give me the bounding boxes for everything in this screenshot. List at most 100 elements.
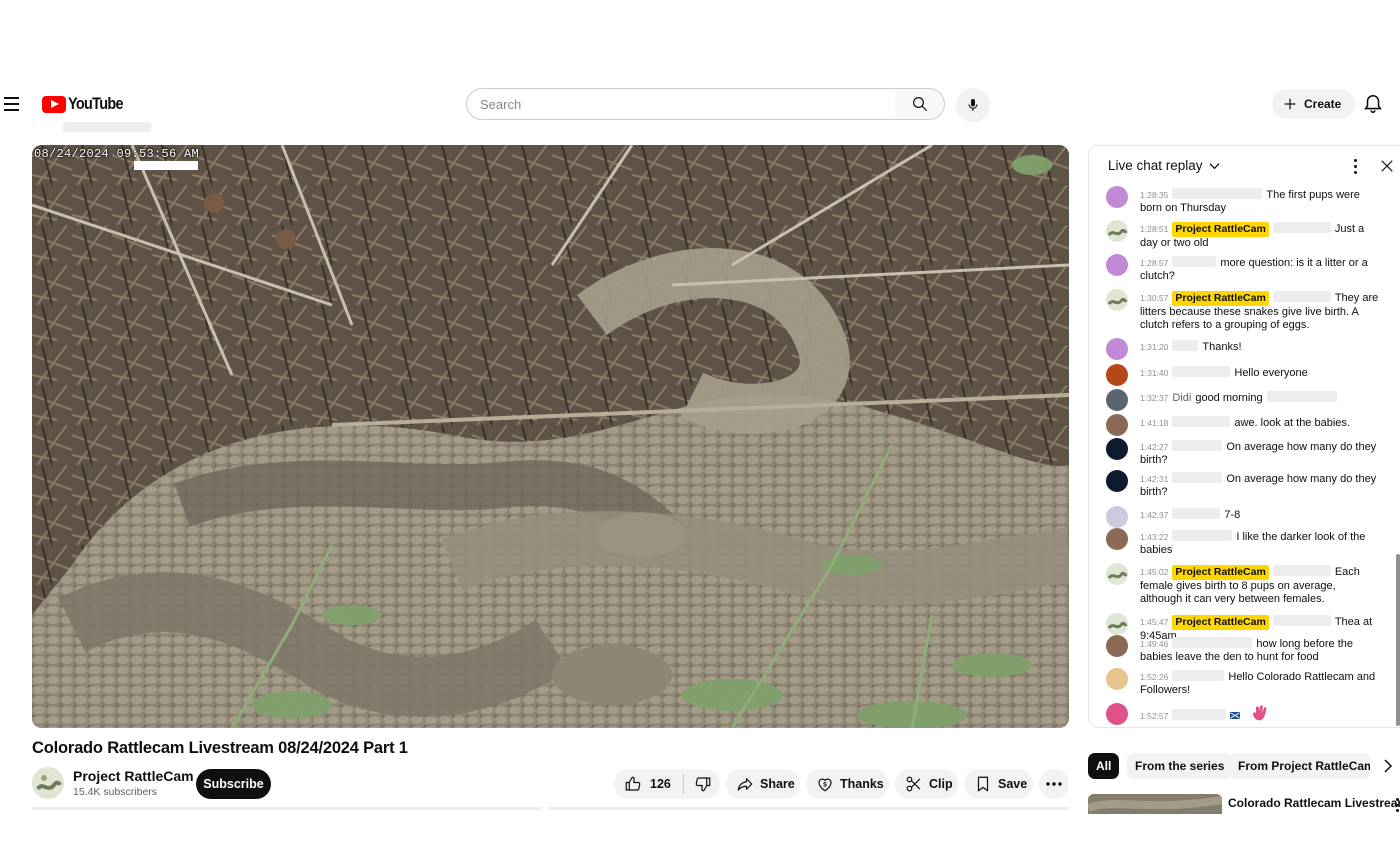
like-button[interactable]: 126 [614,769,671,799]
chat-author-avatar[interactable] [1106,438,1128,460]
subscribe-button[interactable]: Subscribe [196,769,271,799]
search-button[interactable] [895,88,945,120]
redacted-text [1272,615,1331,626]
chip-from-channel[interactable]: From Project RattleCam [1230,753,1370,779]
notifications-bell-icon[interactable] [1362,93,1384,115]
thanks-dollar-heart-icon: $ [818,778,832,792]
video-frame-rattlesnakes [32,145,1069,728]
waving-hand-emoji-icon [1250,705,1270,723]
chat-author-avatar[interactable] [1106,635,1128,657]
video-player[interactable]: 08/24/2024 09:53:56 AM [32,145,1069,728]
more-actions-button[interactable] [1039,769,1069,799]
voice-search-button[interactable] [956,88,990,122]
youtube-logo[interactable]: YouTube [42,94,133,114]
chevron-down-icon [1209,162,1220,169]
chat-author-avatar[interactable] [1106,528,1128,550]
chat-timestamp: 1:28:35 [1140,190,1169,200]
plus-icon [1284,98,1296,110]
hamburger-menu-icon[interactable] [4,92,24,116]
redacted-text [1266,391,1337,402]
chat-title: Live chat replay [1108,158,1203,173]
chat-message-text: 1:42:27 On average how many do they birth… [1140,440,1380,467]
chat-author-avatar[interactable] [1106,703,1128,725]
chat-author-avatar[interactable] [1106,364,1128,386]
redacted-text [1272,222,1331,233]
chat-message-text: 1:31:40 Hello everyone [1140,366,1380,380]
masthead: YouTube Create [0,84,1400,124]
chat-owner-badge[interactable]: Project RattleCam [1172,615,1269,630]
redacted-text [1172,340,1199,351]
chat-timestamp: 1:52:57 [1140,711,1169,721]
chat-timestamp: 1:28:51 [1140,224,1169,234]
channel-avatar[interactable] [32,767,64,799]
chat-author-avatar[interactable] [1106,220,1128,242]
share-label: Share [760,777,795,791]
microphone-icon [968,99,978,111]
like-count: 126 [650,777,671,791]
search-icon [912,97,927,112]
search-input[interactable] [480,96,895,112]
chat-author-avatar[interactable] [1106,289,1128,311]
description-placeholder-2 [548,807,1069,810]
chip-all[interactable]: All [1088,753,1120,779]
chat-author-avatar[interactable] [1106,668,1128,690]
chat-author-avatar[interactable] [1106,506,1128,528]
channel-name[interactable]: Project RattleCam [73,768,194,784]
save-button[interactable]: Save [964,769,1033,799]
chat-timestamp: 1:43:22 [1140,532,1169,542]
chat-message-text: 1:52:57 [1140,705,1380,723]
chat-timestamp: 1:41:18 [1140,418,1169,428]
redacted-text [1172,508,1221,519]
chat-message-text: 1:41:18 awe. look at the babies. [1140,416,1380,430]
chat-author-name[interactable]: Didi [1172,392,1191,404]
video-overlay-timestamp: 08/24/2024 09:53:56 AM [34,147,200,161]
chat-owner-badge[interactable]: Project RattleCam [1172,291,1269,306]
chat-message-text: 1:45:02 Project RattleCam Each female give… [1140,565,1380,606]
chat-timestamp: 1:45:02 [1140,567,1169,577]
video-title: Colorado Rattlecam Livestream 08/24/2024… [32,739,408,757]
chat-message-body: awe. look at the babies. [1234,417,1350,429]
clip-button[interactable]: Clip [895,769,958,799]
chevron-right-icon[interactable] [1380,757,1396,775]
create-button[interactable]: Create [1272,89,1356,119]
chip-from-series[interactable]: From the series [1127,753,1233,779]
save-label: Save [998,777,1028,791]
snake-logo-icon [32,767,64,799]
recommended-video-title[interactable]: Colorado Rattlecam Livestream [1228,796,1400,810]
chat-author-avatar[interactable] [1106,613,1128,635]
chat-message-text: 1:28:35 The first pups were born on Thurs… [1140,188,1380,215]
chat-author-avatar[interactable] [1106,563,1128,585]
youtube-play-icon [42,95,66,113]
chat-owner-badge[interactable]: Project RattleCam [1172,565,1269,580]
close-icon[interactable] [1378,157,1396,175]
chat-timestamp: 1:31:40 [1140,368,1169,378]
recommended-video-thumbnail[interactable] [1088,794,1222,814]
chat-author-avatar[interactable] [1106,470,1128,492]
chat-author-avatar[interactable] [1106,414,1128,436]
clip-label: Clip [929,777,953,791]
chat-author-avatar[interactable] [1106,254,1128,276]
chat-message-text: 1:49:46 how long before the babies leave … [1140,637,1380,664]
chat-owner-badge[interactable]: Project RattleCam [1172,222,1269,237]
chat-timestamp: 1:42:37 [1140,510,1169,520]
chat-message-text: 1:28:57 more question: is it a litter or … [1140,256,1380,283]
thumbs-down-icon [695,777,711,792]
chat-author-avatar[interactable] [1106,338,1128,360]
redacted-text [1172,670,1225,681]
chat-message-text: 1:42:37 7-8 [1140,508,1380,522]
overlay-redaction-bar [134,161,198,170]
thanks-button[interactable]: $ Thanks [806,769,889,799]
chat-message-body: Hello everyone [1234,367,1308,379]
chat-more-options-icon[interactable] [1347,157,1363,175]
scissors-icon [906,776,921,792]
chat-author-avatar[interactable] [1106,389,1128,411]
redacted-text [1172,637,1253,648]
redacted-text [1272,291,1331,302]
dislike-button[interactable] [684,769,712,799]
chat-scrollbar[interactable] [1396,554,1400,726]
chat-message-text: 1:30:57 Project RattleCam They are litters… [1140,291,1380,332]
chat-author-avatar[interactable] [1106,186,1128,208]
share-button[interactable]: Share [726,769,800,799]
chat-mode-dropdown[interactable]: Live chat replay [1108,158,1220,173]
recommended-more-icon[interactable] [1393,798,1400,813]
